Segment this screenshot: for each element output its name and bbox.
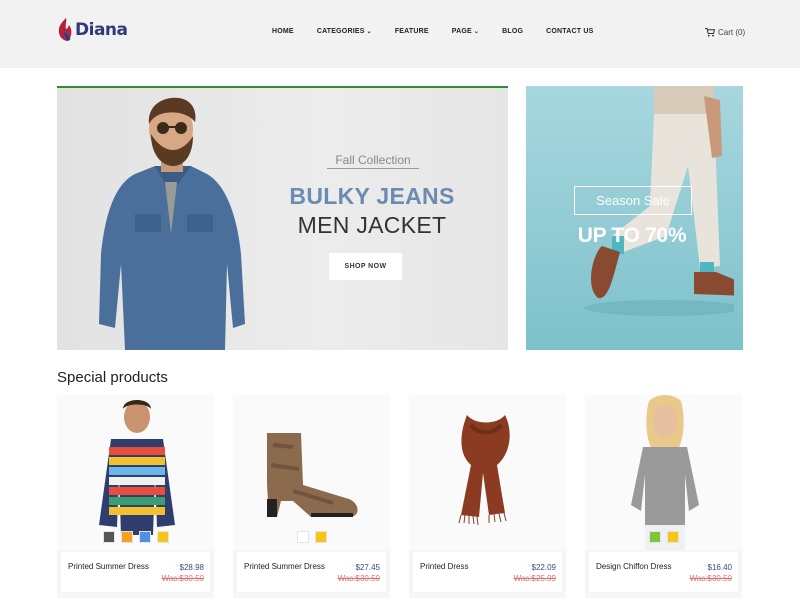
product-name[interactable]: Printed Summer Dress bbox=[244, 562, 325, 571]
brand-logo[interactable]: Diana bbox=[57, 17, 128, 43]
nav-home[interactable]: HOME bbox=[272, 28, 294, 35]
season-sale-banner[interactable]: Season Sale UP TO 70% bbox=[526, 86, 743, 350]
product-info: Printed Summer Dress $27.45 Was:$30.50 bbox=[237, 552, 386, 592]
color-swatch[interactable] bbox=[314, 531, 327, 543]
product-card[interactable]: Printed Summer Dress $27.45 Was:$30.50 bbox=[233, 395, 390, 598]
color-swatch[interactable] bbox=[666, 531, 679, 543]
site-header: Diana HOME CATEGORIES ⌄ FEATURE PAGE ⌄ BLO… bbox=[0, 0, 800, 68]
product-image[interactable] bbox=[57, 395, 214, 550]
product-old-price: Was:$30.50 bbox=[689, 574, 732, 583]
product-old-price: Was:$25.99 bbox=[513, 574, 556, 583]
product-card[interactable]: Design Chiffon Dress $16.40 Was:$30.50 bbox=[585, 395, 742, 598]
color-swatch[interactable] bbox=[120, 531, 133, 543]
product-image[interactable] bbox=[585, 395, 742, 550]
hero-title-line1: BULKY JEANS bbox=[289, 183, 455, 209]
product-old-price: Was:$30.50 bbox=[337, 574, 380, 583]
nav-contact-us[interactable]: CONTACT US bbox=[546, 28, 593, 35]
hero-banner[interactable]: Fall Collection BULKY JEANS MEN JACKET S… bbox=[57, 86, 508, 350]
color-swatches bbox=[57, 531, 214, 543]
shop-now-button[interactable]: SHOP NOW bbox=[329, 253, 402, 280]
sale-headline: UP TO 70% bbox=[577, 224, 687, 247]
cart-icon bbox=[705, 28, 715, 37]
color-swatch[interactable] bbox=[138, 531, 151, 543]
product-info: Design Chiffon Dress $16.40 Was:$30.50 bbox=[589, 552, 738, 592]
nav-feature-label: FEATURE bbox=[394, 28, 429, 35]
color-swatch[interactable] bbox=[648, 531, 661, 543]
hero-accent-bar bbox=[57, 86, 508, 88]
product-price: $27.45 bbox=[355, 563, 380, 572]
cart-link[interactable]: Cart (0) bbox=[705, 28, 745, 37]
hero-subtitle: Fall Collection bbox=[327, 153, 419, 169]
product-image[interactable] bbox=[233, 395, 390, 550]
boot-image bbox=[267, 433, 358, 517]
nav-contact-us-label: CONTACT US bbox=[546, 28, 594, 35]
chevron-down-icon: ⌄ bbox=[473, 29, 480, 35]
color-swatch[interactable] bbox=[102, 531, 115, 543]
hero-model-image bbox=[99, 97, 245, 350]
scarf-image bbox=[458, 415, 510, 526]
color-swatch[interactable] bbox=[156, 531, 169, 543]
nav-blog-label: BLOG bbox=[502, 28, 524, 35]
color-swatches bbox=[585, 531, 742, 543]
product-name[interactable]: Printed Summer Dress bbox=[68, 562, 149, 571]
brand-name: Diana bbox=[75, 20, 128, 40]
nav-home-label: HOME bbox=[272, 28, 294, 35]
nav-page[interactable]: PAGE ⌄ bbox=[452, 28, 479, 35]
flame-logo-icon bbox=[58, 18, 72, 41]
product-name[interactable]: Printed Dress bbox=[420, 562, 468, 571]
product-card[interactable]: Printed Summer Dress $28.98 Was:$30.50 bbox=[57, 395, 214, 598]
product-price: $16.40 bbox=[707, 563, 732, 572]
sweater-model-image bbox=[99, 400, 175, 535]
section-title: Special products bbox=[57, 369, 168, 386]
product-info: Printed Dress $22.09 Was:$25.99 bbox=[413, 552, 562, 592]
product-old-price: Was:$30.50 bbox=[161, 574, 204, 583]
product-name[interactable]: Design Chiffon Dress bbox=[596, 562, 671, 571]
product-info: Printed Summer Dress $28.98 Was:$30.50 bbox=[61, 552, 210, 592]
nav-blog[interactable]: BLOG bbox=[502, 28, 523, 35]
product-price: $22.09 bbox=[531, 563, 556, 572]
product-price: $28.98 bbox=[179, 563, 204, 572]
chevron-down-icon: ⌄ bbox=[366, 29, 372, 35]
hero-title-line2: MEN JACKET bbox=[297, 212, 447, 238]
grey-top-model-image bbox=[631, 395, 699, 550]
color-swatch[interactable] bbox=[296, 531, 309, 543]
color-swatches bbox=[233, 531, 390, 543]
product-image[interactable] bbox=[409, 395, 566, 550]
nav-page-label: PAGE bbox=[451, 28, 472, 35]
cart-label: Cart (0) bbox=[718, 28, 746, 37]
nav-categories[interactable]: CATEGORIES ⌄ bbox=[317, 28, 372, 35]
season-sale-label: Season Sale bbox=[574, 186, 692, 215]
main-nav: HOME CATEGORIES ⌄ FEATURE PAGE ⌄ BLOG CONT… bbox=[272, 28, 594, 35]
nav-categories-label: CATEGORIES bbox=[316, 28, 365, 35]
nav-feature[interactable]: FEATURE bbox=[395, 28, 429, 35]
product-card[interactable]: Printed Dress $22.09 Was:$25.99 bbox=[409, 395, 566, 598]
